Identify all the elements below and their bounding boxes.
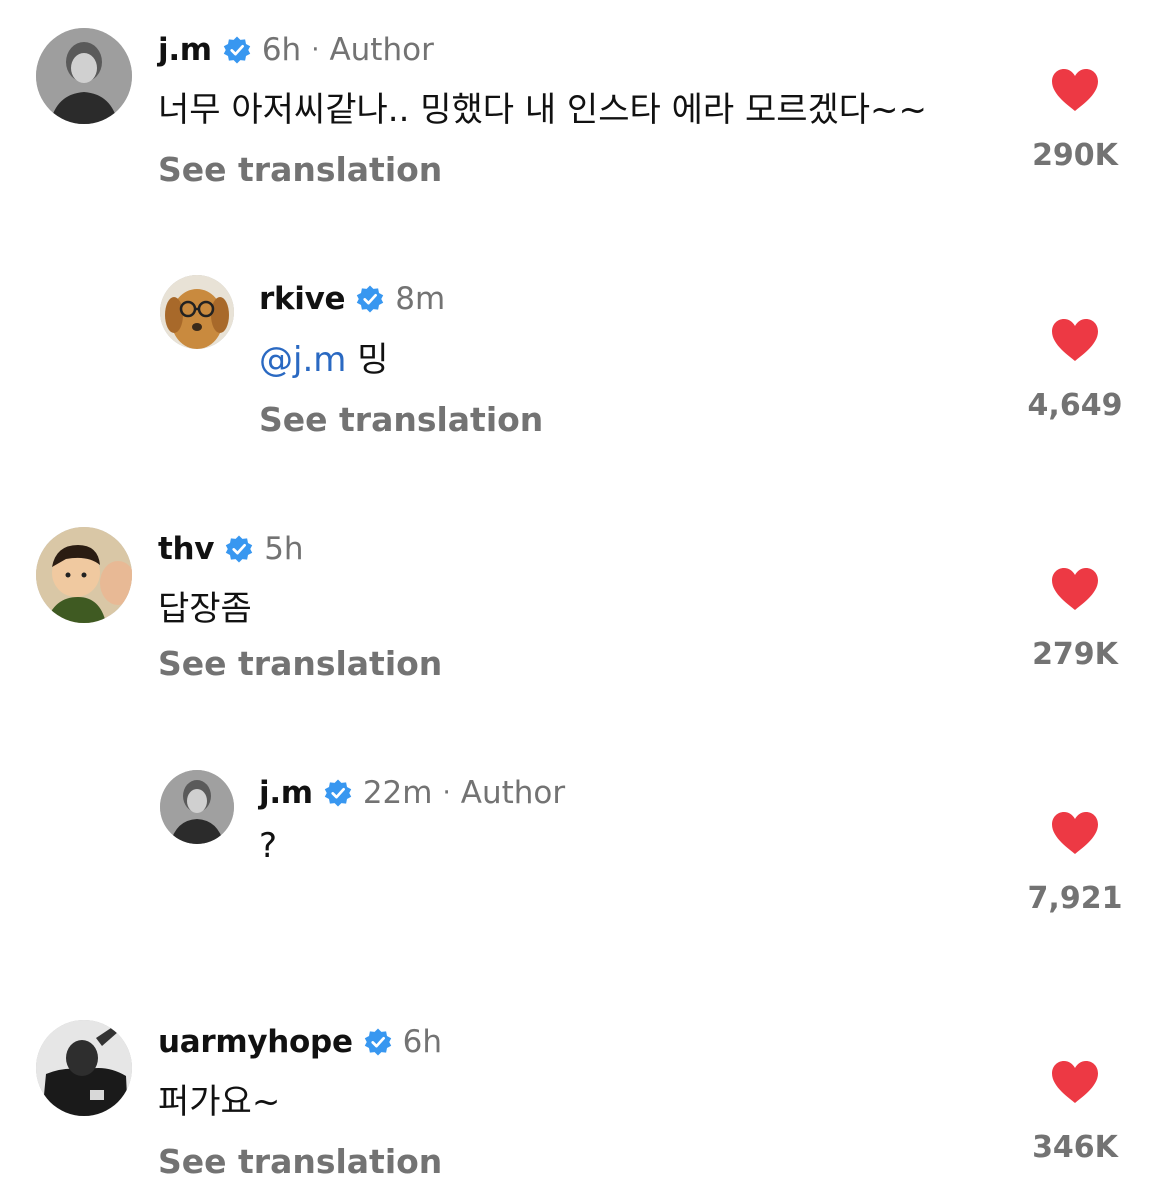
comment-text-line: @j.m 밍 [259, 332, 388, 381]
avatar-image [36, 28, 132, 124]
like-area: 279K [1015, 567, 1135, 672]
like-area: 290K [1015, 68, 1135, 173]
avatar-image [36, 527, 132, 623]
heart-filled-icon [1052, 69, 1098, 111]
comment-text: ? [259, 826, 278, 866]
author-label: Author [329, 32, 434, 68]
timestamp: 6h [402, 1024, 443, 1060]
timestamp: 8m [395, 281, 446, 317]
like-count: 346K [1032, 1130, 1118, 1165]
username[interactable]: thv [158, 531, 215, 567]
like-count: 279K [1032, 637, 1118, 672]
mention-link[interactable]: @j.m [259, 340, 346, 380]
author-label: Author [460, 775, 566, 811]
like-button[interactable] [1051, 567, 1099, 611]
username[interactable]: rkive [259, 281, 346, 317]
username[interactable]: j.m [158, 32, 212, 68]
comment-text: 답장좀 [158, 589, 252, 629]
heart-filled-icon [1052, 1061, 1098, 1103]
see-translation-button[interactable]: See translation [158, 1142, 442, 1181]
username[interactable]: uarmyhope [158, 1024, 353, 1060]
avatar[interactable] [160, 275, 234, 349]
like-button[interactable] [1051, 68, 1099, 112]
separator-dot: · [442, 778, 451, 808]
like-button[interactable] [1051, 1060, 1099, 1104]
timestamp: 22m [362, 775, 433, 811]
avatar[interactable] [36, 28, 132, 124]
comment-text: 밍 [357, 340, 389, 380]
timestamp: 5h [264, 531, 304, 567]
heart-filled-icon [1052, 568, 1098, 610]
heart-filled-icon [1052, 319, 1098, 361]
see-translation-button[interactable]: See translation [259, 400, 543, 439]
like-area: 346K [1015, 1060, 1135, 1165]
comment-text: 너무 아저씨같나.. 밍했다 내 인스타 에라 모르겠다~~ [158, 90, 928, 130]
timestamp: 6h [261, 32, 302, 68]
verified-badge-icon [323, 778, 353, 808]
see-translation-button[interactable]: See translation [158, 150, 442, 189]
like-count: 290K [1032, 138, 1118, 173]
avatar-image [160, 275, 234, 349]
like-count: 7,921 [1027, 881, 1123, 916]
heart-filled-icon [1052, 812, 1098, 854]
separator-dot: · [311, 35, 320, 65]
comment-text: 퍼가요~ [158, 1082, 281, 1122]
verified-badge-icon [363, 1027, 393, 1057]
verified-badge-icon [222, 35, 252, 65]
like-button[interactable] [1051, 811, 1099, 855]
like-count: 4,649 [1027, 388, 1123, 423]
avatar[interactable] [160, 770, 234, 844]
username[interactable]: j.m [259, 775, 313, 811]
see-translation-button[interactable]: See translation [158, 644, 442, 683]
avatar[interactable] [36, 1020, 132, 1116]
verified-badge-icon [355, 284, 385, 314]
like-button[interactable] [1051, 318, 1099, 362]
verified-badge-icon [224, 534, 254, 564]
avatar-image [36, 1020, 132, 1116]
avatar[interactable] [36, 527, 132, 623]
avatar-image [160, 770, 234, 844]
like-area: 7,921 [1015, 811, 1135, 916]
like-area: 4,649 [1015, 318, 1135, 423]
